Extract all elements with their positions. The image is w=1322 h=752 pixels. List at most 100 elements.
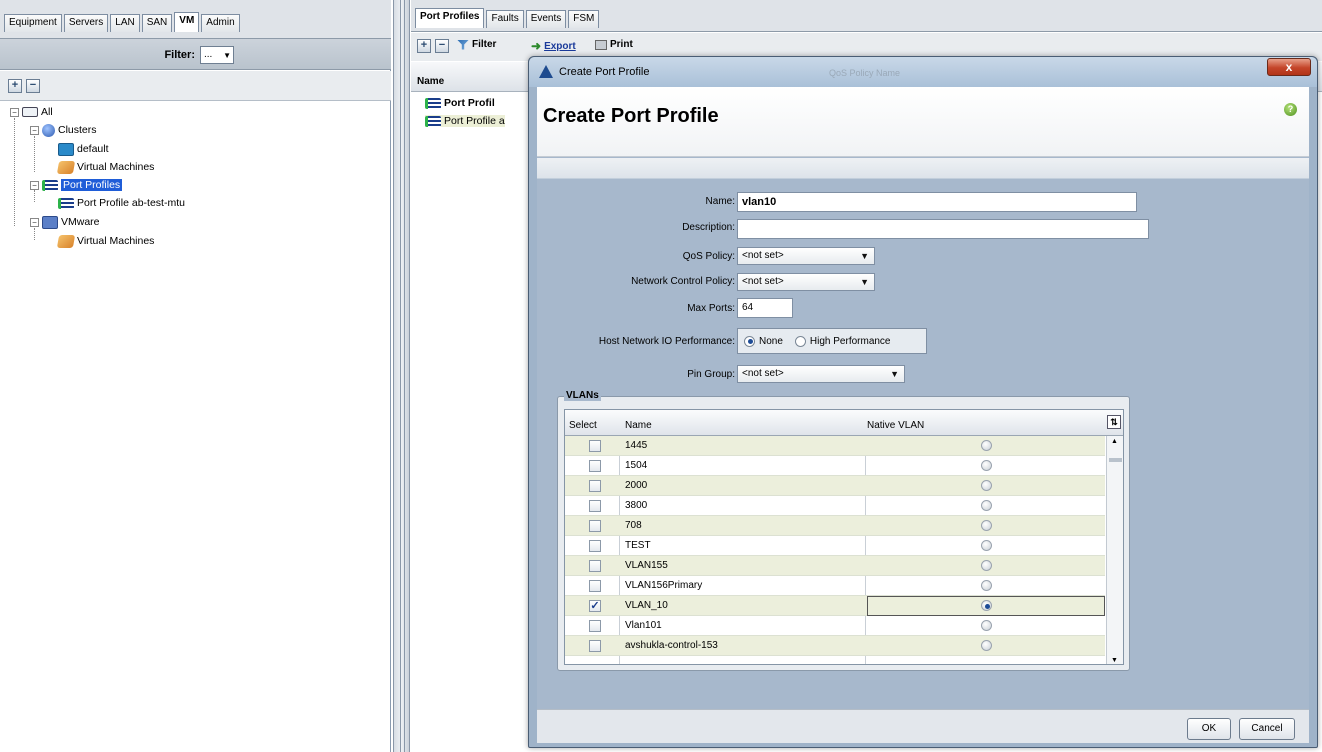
tab-events[interactable]: Events	[525, 10, 567, 28]
scrollbar-thumb[interactable]	[1109, 458, 1122, 462]
ok-button[interactable]: OK	[1187, 718, 1231, 740]
table-row[interactable]: 1445	[565, 436, 1105, 456]
expand-all-button[interactable]: +	[8, 79, 22, 93]
vlan-select-checkbox[interactable]: ✓	[589, 600, 601, 612]
native-vlan-radio[interactable]	[981, 560, 992, 571]
vlan-select-checkbox[interactable]	[589, 520, 601, 532]
native-vlan-radio[interactable]	[981, 640, 992, 651]
tree-item-cluster-virtual-machines[interactable]: Virtual Machines	[56, 159, 155, 175]
tree-item-port-profiles[interactable]: − Port Profiles	[30, 177, 123, 193]
column-header-name[interactable]: Name	[625, 420, 652, 431]
tab-lan[interactable]: LAN	[110, 14, 140, 32]
native-vlan-radio[interactable]	[981, 600, 992, 611]
column-header-name[interactable]: Name	[417, 76, 444, 87]
vlan-select-checkbox[interactable]	[589, 580, 601, 592]
print-button[interactable]: Print	[595, 39, 633, 50]
collapse-icon[interactable]: −	[10, 107, 19, 117]
vlan-name: 1445	[625, 440, 648, 451]
vlan-select-checkbox[interactable]	[589, 480, 601, 492]
background-header-text: QoS Policy Name	[829, 68, 901, 78]
table-row[interactable]: Vlan101	[565, 616, 1105, 636]
native-vlan-radio[interactable]	[981, 580, 992, 591]
vlan-select-checkbox[interactable]	[589, 560, 601, 572]
tree-item-all[interactable]: − All	[10, 104, 53, 120]
export-button[interactable]: ➜ Export	[531, 39, 576, 53]
filter-button[interactable]: Filter	[457, 39, 496, 50]
scroll-down-icon[interactable]: ▼	[1111, 657, 1118, 664]
table-row[interactable]: 3800	[565, 496, 1105, 516]
native-vlan-radio[interactable]	[981, 480, 992, 491]
tab-faults[interactable]: Faults	[486, 10, 524, 28]
table-row[interactable]: Port Profil	[425, 97, 495, 109]
tree-item-default[interactable]: default	[58, 141, 109, 157]
add-button[interactable]: +	[417, 39, 431, 53]
vlan-select-checkbox[interactable]	[589, 620, 601, 632]
qos-policy-label: QoS Policy:	[682, 251, 735, 262]
tab-vm[interactable]: VM	[174, 12, 200, 32]
pin-group-value: <not set>	[742, 368, 784, 379]
pin-group-dropdown[interactable]: <not set> ▼	[737, 365, 905, 383]
vlan-select-checkbox[interactable]	[589, 540, 601, 552]
dialog-titlebar[interactable]: Create Port Profile QoS Policy Name x	[529, 57, 1317, 87]
cancel-button[interactable]: Cancel	[1239, 718, 1295, 740]
collapse-all-button[interactable]: −	[26, 79, 40, 93]
table-row[interactable]: VLAN155	[565, 556, 1105, 576]
dialog-form: Name: vlan10 Description: QoS Policy: <n…	[537, 158, 1309, 709]
table-row[interactable]: 708	[565, 516, 1105, 536]
network-control-policy-label: Network Control Policy:	[631, 276, 735, 287]
table-row[interactable]: 1504	[565, 456, 1105, 476]
table-row[interactable]: 2000	[565, 476, 1105, 496]
host-io-high-radio[interactable]	[794, 335, 806, 347]
tree-item-vmware[interactable]: − VMware	[30, 214, 100, 230]
name-field[interactable]: vlan10	[737, 192, 1137, 212]
close-button[interactable]: x	[1267, 58, 1311, 76]
native-vlan-radio[interactable]	[981, 540, 992, 551]
table-row[interactable]: ✓ VLAN_10	[565, 596, 1105, 616]
host-io-none-radio[interactable]	[744, 335, 755, 347]
filter-icon	[457, 39, 469, 50]
collapse-icon[interactable]: −	[30, 180, 39, 190]
native-vlan-radio[interactable]	[981, 620, 992, 631]
native-vlan-radio[interactable]	[981, 440, 992, 451]
table-row[interactable]: TEST	[565, 536, 1105, 556]
table-row[interactable]: avshukla-control-153	[565, 636, 1105, 656]
qos-policy-dropdown[interactable]: <not set> ▼	[737, 247, 875, 265]
tab-equipment[interactable]: Equipment	[4, 14, 62, 32]
tree-item-vmware-virtual-machines[interactable]: Virtual Machines	[56, 233, 154, 249]
collapse-icon[interactable]: −	[30, 217, 39, 227]
remove-button[interactable]: −	[435, 39, 449, 53]
column-header-select[interactable]: Select	[569, 420, 597, 431]
vlan-select-checkbox[interactable]	[589, 640, 601, 652]
filter-dropdown[interactable]: ... ▼	[200, 46, 234, 64]
vlans-scrollbar[interactable]: ▲ ▼	[1106, 436, 1123, 664]
tree-label: Virtual Machines	[77, 161, 155, 173]
scroll-up-icon[interactable]: ▲	[1111, 438, 1118, 445]
vlan-select-checkbox[interactable]	[589, 460, 601, 472]
tab-san[interactable]: SAN	[141, 14, 173, 32]
tab-admin[interactable]: Admin	[201, 14, 240, 32]
network-control-policy-dropdown[interactable]: <not set> ▼	[737, 273, 875, 291]
table-row[interactable]: Port Profile a	[425, 115, 505, 127]
native-vlan-radio[interactable]	[981, 460, 992, 471]
tab-port-profiles[interactable]: Port Profiles	[415, 8, 485, 28]
tree-item-clusters[interactable]: − Clusters	[30, 122, 97, 138]
table-row[interactable]: VLAN156Primary	[565, 576, 1105, 596]
column-header-native-vlan[interactable]: Native VLAN	[867, 420, 924, 431]
description-field[interactable]	[737, 219, 1149, 239]
tab-fsm[interactable]: FSM	[568, 10, 600, 28]
native-vlan-radio[interactable]	[981, 500, 992, 511]
navigation-panel: Equipment Servers LAN SAN VM Admin Filter: ..…	[0, 0, 391, 752]
tree-item-port-profile[interactable]: Port Profile ab-test-mtu	[58, 195, 185, 211]
row-label: Port Profile a	[444, 115, 505, 127]
help-icon[interactable]: ?	[1284, 103, 1297, 116]
panel-splitter[interactable]	[393, 0, 410, 752]
tree-label: All	[41, 106, 53, 118]
collapse-icon[interactable]: −	[30, 125, 39, 135]
native-vlan-radio[interactable]	[981, 520, 992, 531]
vlan-select-checkbox[interactable]	[589, 440, 601, 452]
host-io-performance-label: Host Network IO Performance:	[598, 336, 735, 347]
column-chooser-icon[interactable]: ⇅	[1107, 415, 1121, 429]
tab-servers[interactable]: Servers	[63, 14, 109, 32]
vlan-select-checkbox[interactable]	[589, 500, 601, 512]
max-ports-field[interactable]: 64	[737, 298, 793, 318]
